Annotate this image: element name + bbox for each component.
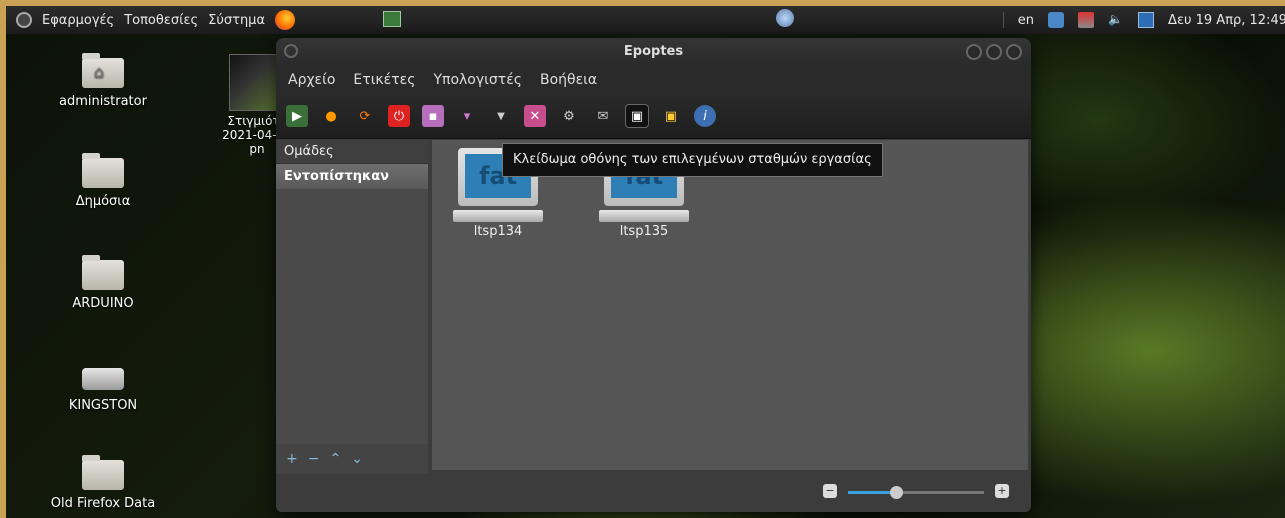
drive-icon [82, 368, 124, 390]
applications-icon[interactable] [16, 12, 32, 28]
applications-menu[interactable]: Εφαρμογές [42, 13, 114, 28]
epoptes-window: Epoptes Αρχείο Ετικέτες Υπολογιστές Βοήθ… [276, 38, 1031, 512]
lock-screen-tooltip: Κλείδωμα οθόνης των επιλεγμένων σταθμών … [502, 143, 883, 177]
client-label: ltsp135 [619, 224, 669, 239]
stop-broadcast-icon[interactable]: ✕ [524, 105, 546, 127]
group-tools: + − ⌃ ⌄ [276, 444, 428, 474]
menu-help[interactable]: Βοήθεια [540, 72, 597, 88]
chevron-down-icon[interactable]: ▼ [490, 105, 512, 127]
info-icon[interactable]: i [694, 105, 716, 127]
globe-icon[interactable] [776, 9, 794, 27]
maximize-button[interactable] [986, 44, 1002, 60]
folder-icon [82, 255, 124, 290]
folder-icon [82, 455, 124, 490]
display-icon[interactable] [1138, 12, 1155, 28]
firefox-icon[interactable] [275, 10, 296, 30]
terminal-icon[interactable] [383, 11, 401, 27]
desktop-icon-kingston[interactable]: KINGSTON [48, 360, 158, 413]
shutdown-icon[interactable]: ⏻ [388, 105, 410, 127]
menu-labels[interactable]: Ετικέτες [353, 72, 415, 88]
close-button[interactable] [1006, 44, 1022, 60]
minimize-button[interactable] [966, 44, 982, 60]
toolbar: ▶ ● ⟳ ⏻ ▪ ▾ ▼ ✕ ⚙ ✉ ▣ ▣ i [276, 94, 1031, 139]
keyboard-icon [599, 210, 689, 222]
menu-computers[interactable]: Υπολογιστές [433, 72, 522, 88]
desktop-icon-old-firefox-data[interactable]: Old Firefox Data [48, 455, 158, 511]
desktop-icon-arduino[interactable]: ARDUINO [48, 255, 158, 311]
move-up-icon[interactable]: ⌃ [329, 451, 341, 467]
unlock-screen-icon[interactable]: ▣ [660, 105, 682, 127]
shared-folder-icon [82, 153, 124, 188]
zoom-slider-knob[interactable] [889, 486, 903, 499]
places-menu[interactable]: Τοποθεσίες [124, 13, 198, 28]
power-on-icon[interactable]: ▶ [286, 105, 308, 127]
lock-screen-icon[interactable]: ▣ [625, 104, 649, 128]
network-icon[interactable] [1078, 12, 1095, 28]
panel-menu: Εφαρμογές Τοποθεσίες Σύστημα [6, 10, 296, 30]
clients-view: fat ltsp134 fat ltsp135 [432, 140, 1028, 470]
zoom-slider-fill [848, 491, 896, 494]
broadcast-screen-icon[interactable]: ▾ [456, 105, 478, 127]
execute-command-icon[interactable]: ⚙ [558, 105, 580, 127]
clock[interactable]: Δευ 19 Απρ, 12:49 [1168, 13, 1285, 28]
system-menu[interactable]: Σύστημα [208, 13, 265, 28]
login-user-icon[interactable]: ● [320, 105, 342, 127]
desktop-icon-label: Δημόσια [75, 194, 131, 209]
zoom-in-icon[interactable]: + [995, 484, 1009, 498]
groups-sidebar: Ομάδες Εντοπίστηκαν [276, 140, 428, 474]
move-down-icon[interactable]: ⌄ [351, 451, 363, 467]
send-message-icon[interactable]: ✉ [592, 105, 614, 127]
desktop-icon-public[interactable]: Δημόσια [48, 153, 158, 209]
top-panel: Εφαρμογές Τοποθεσίες Σύστημα en 🔈 Δευ 19… [6, 0, 1285, 34]
menu-file[interactable]: Αρχείο [288, 72, 335, 88]
statusbar: − + [276, 474, 1031, 512]
reboot-icon[interactable]: ⟳ [354, 105, 376, 127]
add-group-icon[interactable]: + [286, 451, 298, 467]
keyboard-layout-indicator[interactable]: en [1018, 13, 1034, 28]
desktop-icon-label: Old Firefox Data [50, 496, 156, 511]
desktop-icon-label: administrator [59, 94, 147, 109]
zoom-out-icon[interactable]: − [823, 484, 837, 498]
window-title: Epoptes [623, 44, 684, 59]
groups-header: Ομάδες [276, 140, 428, 164]
keyboard-icon [453, 210, 543, 222]
home-folder-icon [82, 53, 124, 88]
system-tray: en 🔈 Δευ 19 Απρ, 12:49 [1002, 6, 1285, 34]
assist-user-icon[interactable]: ▪ [422, 105, 444, 127]
desktop-icon-label: KINGSTON [68, 398, 138, 413]
remove-group-icon[interactable]: − [308, 451, 320, 467]
menubar: Αρχείο Ετικέτες Υπολογιστές Βοήθεια [276, 66, 1031, 94]
search-icon[interactable] [1048, 12, 1065, 28]
titlebar[interactable]: Epoptes [276, 38, 1031, 66]
group-item-detected[interactable]: Εντοπίστηκαν [276, 164, 428, 189]
desktop-icon-label: ARDUINO [72, 296, 134, 311]
client-label: ltsp134 [473, 224, 523, 239]
zoom-slider[interactable] [848, 486, 984, 499]
volume-icon[interactable]: 🔈 [1108, 12, 1124, 28]
tray-separator [1002, 12, 1004, 28]
desktop-icon-administrator[interactable]: administrator [48, 53, 158, 109]
